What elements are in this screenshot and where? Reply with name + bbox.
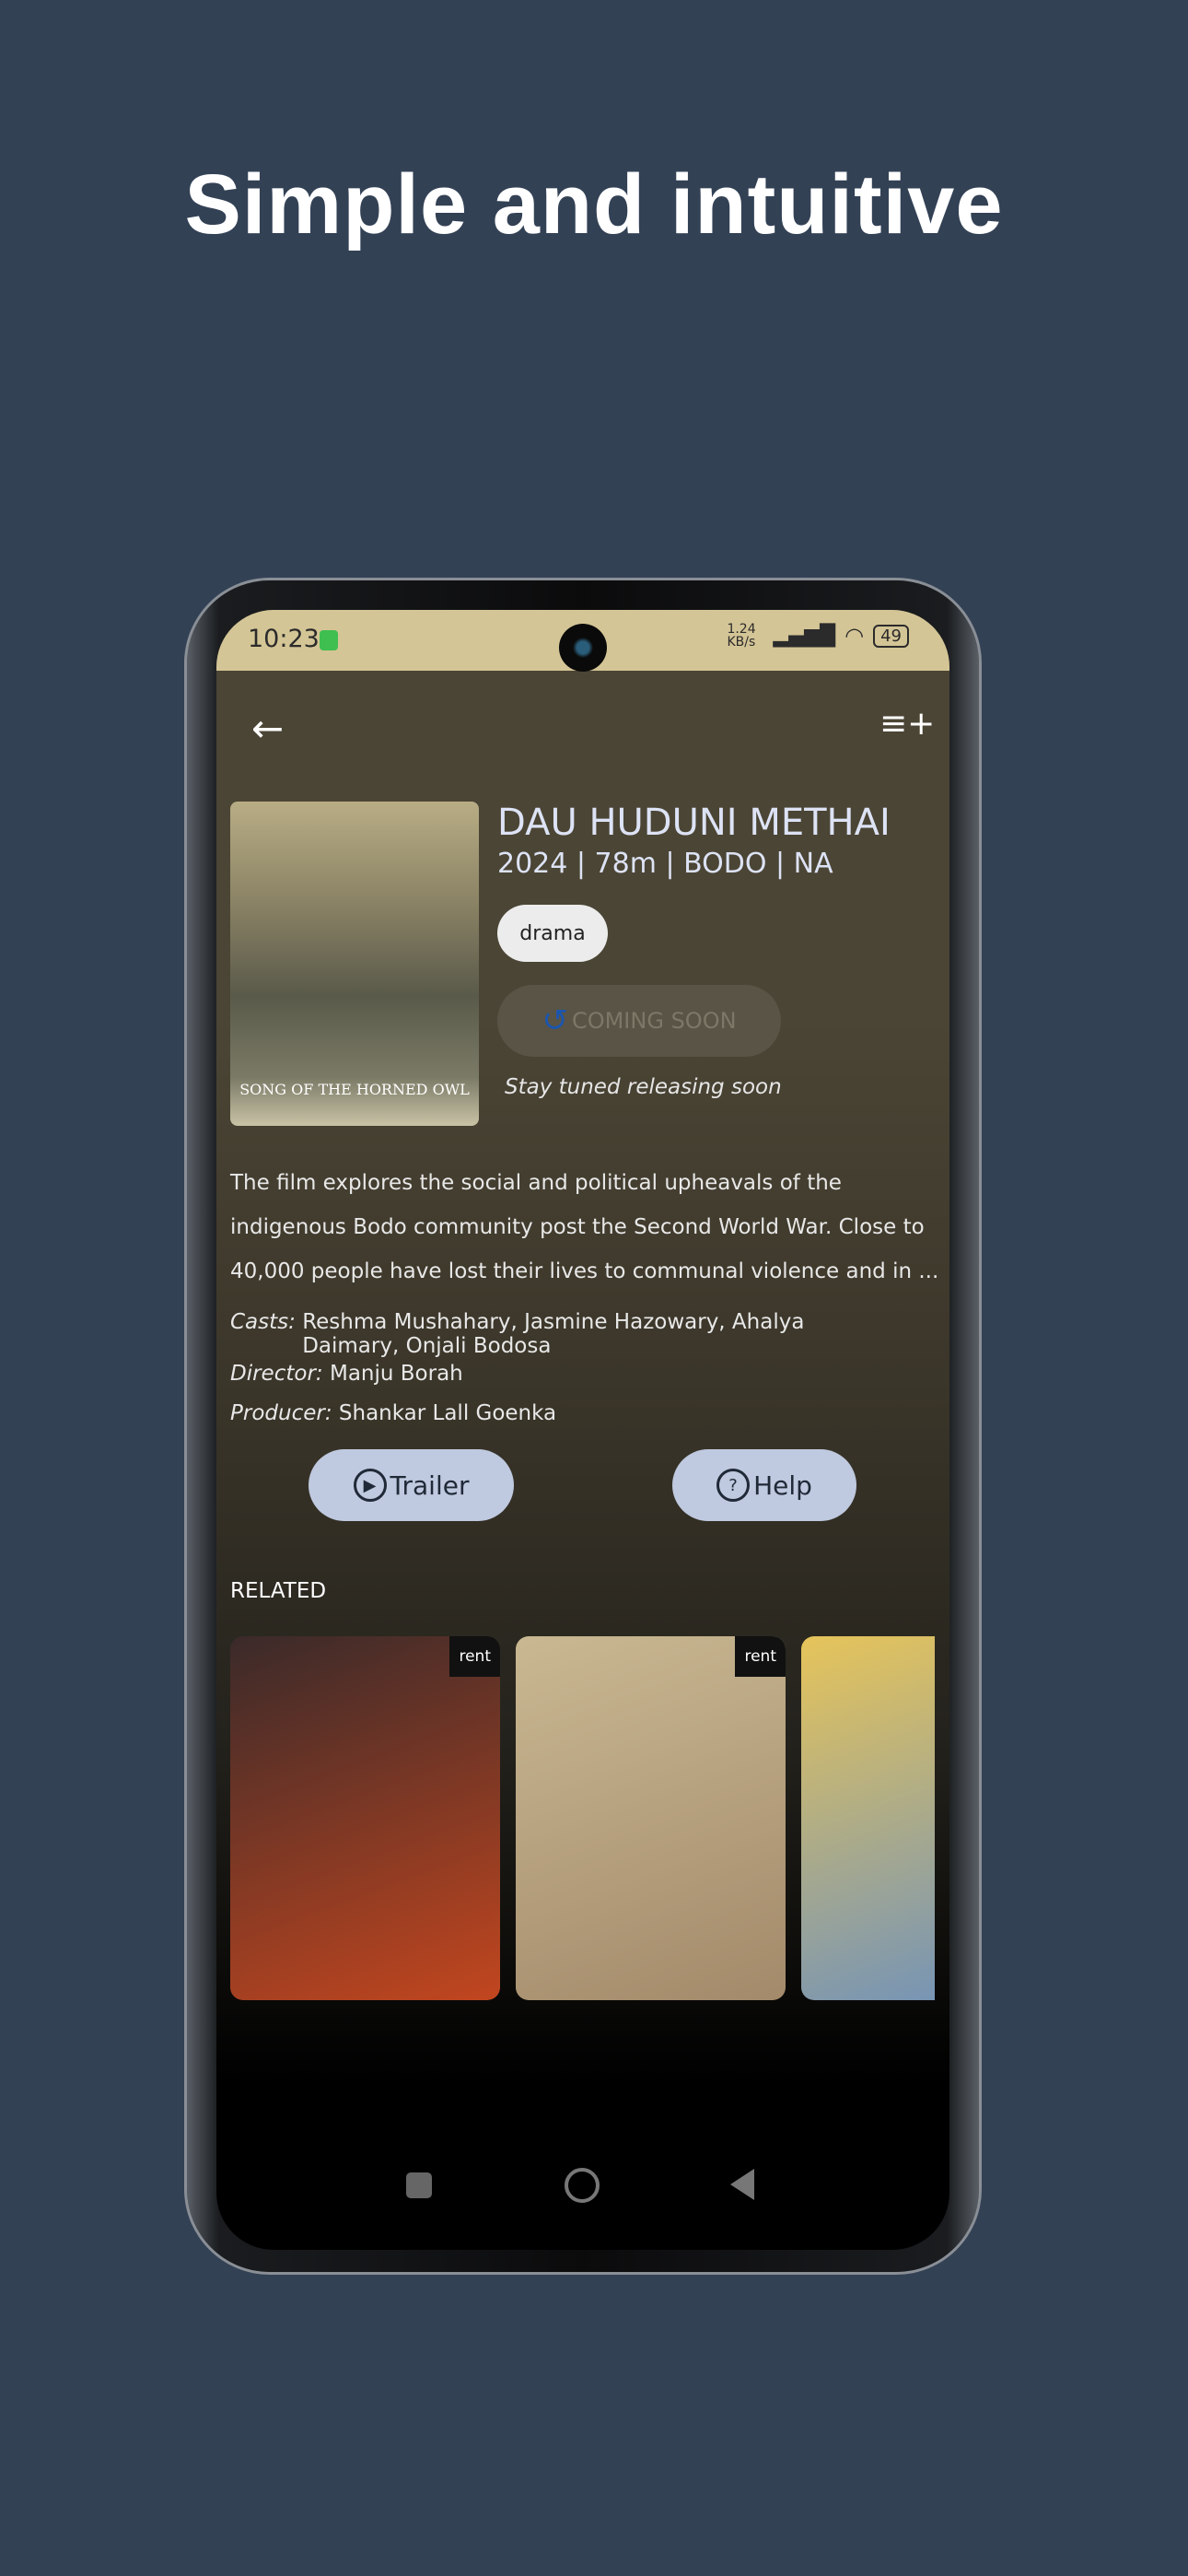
producer-value: Shankar Lall Goenka [338,1401,557,1425]
system-nav-bar [216,2149,949,2204]
producer-label: Producer: [230,1401,332,1425]
back-nav-button[interactable] [730,2169,754,2200]
casts-value: Reshma Mushahary, Jasmine Hazowary, Ahal… [302,1310,805,1358]
headline: Simple and intuitive [184,158,1004,252]
playlist-add-icon[interactable]: ≡+ [879,708,935,741]
wifi-icon: ◠ [844,623,865,649]
related-card[interactable]: rent [230,1636,500,2000]
battery-icon: 49 [873,624,909,648]
help-button[interactable]: ? Help [672,1449,856,1521]
director-label: Director: [230,1362,323,1386]
casts-label: Casts: [230,1310,296,1334]
related-heading: RELATED [230,1579,327,1603]
network-speed: 1.24 KB/s [727,622,756,650]
casts-row: Casts: Reshma Mushahary, Jasmine Hazowar… [230,1310,939,1358]
rent-badge: rent [449,1636,500,1677]
help-circle-icon: ? [716,1469,751,1502]
arrow-left-icon[interactable]: ← [251,709,284,748]
director-row: Director: Manju Borah [230,1362,939,1386]
director-value: Manju Borah [329,1362,463,1386]
screen: 10:23 1.24 KB/s ▂▄▆█ ◠ 49 ← ≡+ SONG OF T… [216,610,949,2250]
notification-icon [320,630,338,650]
movie-description: The film explores the social and politic… [230,1171,939,1283]
related-list[interactable]: rent rent [230,1636,935,2000]
status-time: 10:23 [248,625,320,653]
movie-poster: SONG OF THE HORNED OWL [230,802,479,1126]
related-card[interactable] [801,1636,935,2000]
phone-frame: 10:23 1.24 KB/s ▂▄▆█ ◠ 49 ← ≡+ SONG OF T… [187,580,979,2272]
coming-soon-label: COMING SOON [571,1008,737,1034]
trailer-label: Trailer [390,1469,470,1501]
related-card[interactable]: rent [516,1636,786,2000]
producer-row: Producer: Shankar Lall Goenka [230,1401,939,1425]
home-button[interactable] [565,2168,600,2203]
signal-icon: ▂▄▆█ [773,624,836,648]
status-bar: 10:23 1.24 KB/s ▂▄▆█ ◠ 49 [216,610,949,672]
coming-soon-button[interactable]: ↺ COMING SOON [497,985,781,1057]
movie-meta: 2024 | 78m | BODO | NA [497,848,833,880]
play-circle-icon: ▶ [353,1469,387,1502]
poster-title: SONG OF THE HORNED OWL [239,1081,470,1098]
release-tagline: Stay tuned releasing soon [505,1075,782,1099]
help-label: Help [753,1469,812,1501]
rent-badge: rent [735,1636,786,1677]
history-icon: ↺ [542,1002,568,1039]
movie-title: DAU HUDUNI METHAI [497,802,891,844]
trailer-button[interactable]: ▶ Trailer [309,1449,514,1521]
camera-cutout [559,624,607,672]
genre-chip[interactable]: drama [497,905,608,962]
recents-button[interactable] [406,2172,432,2198]
